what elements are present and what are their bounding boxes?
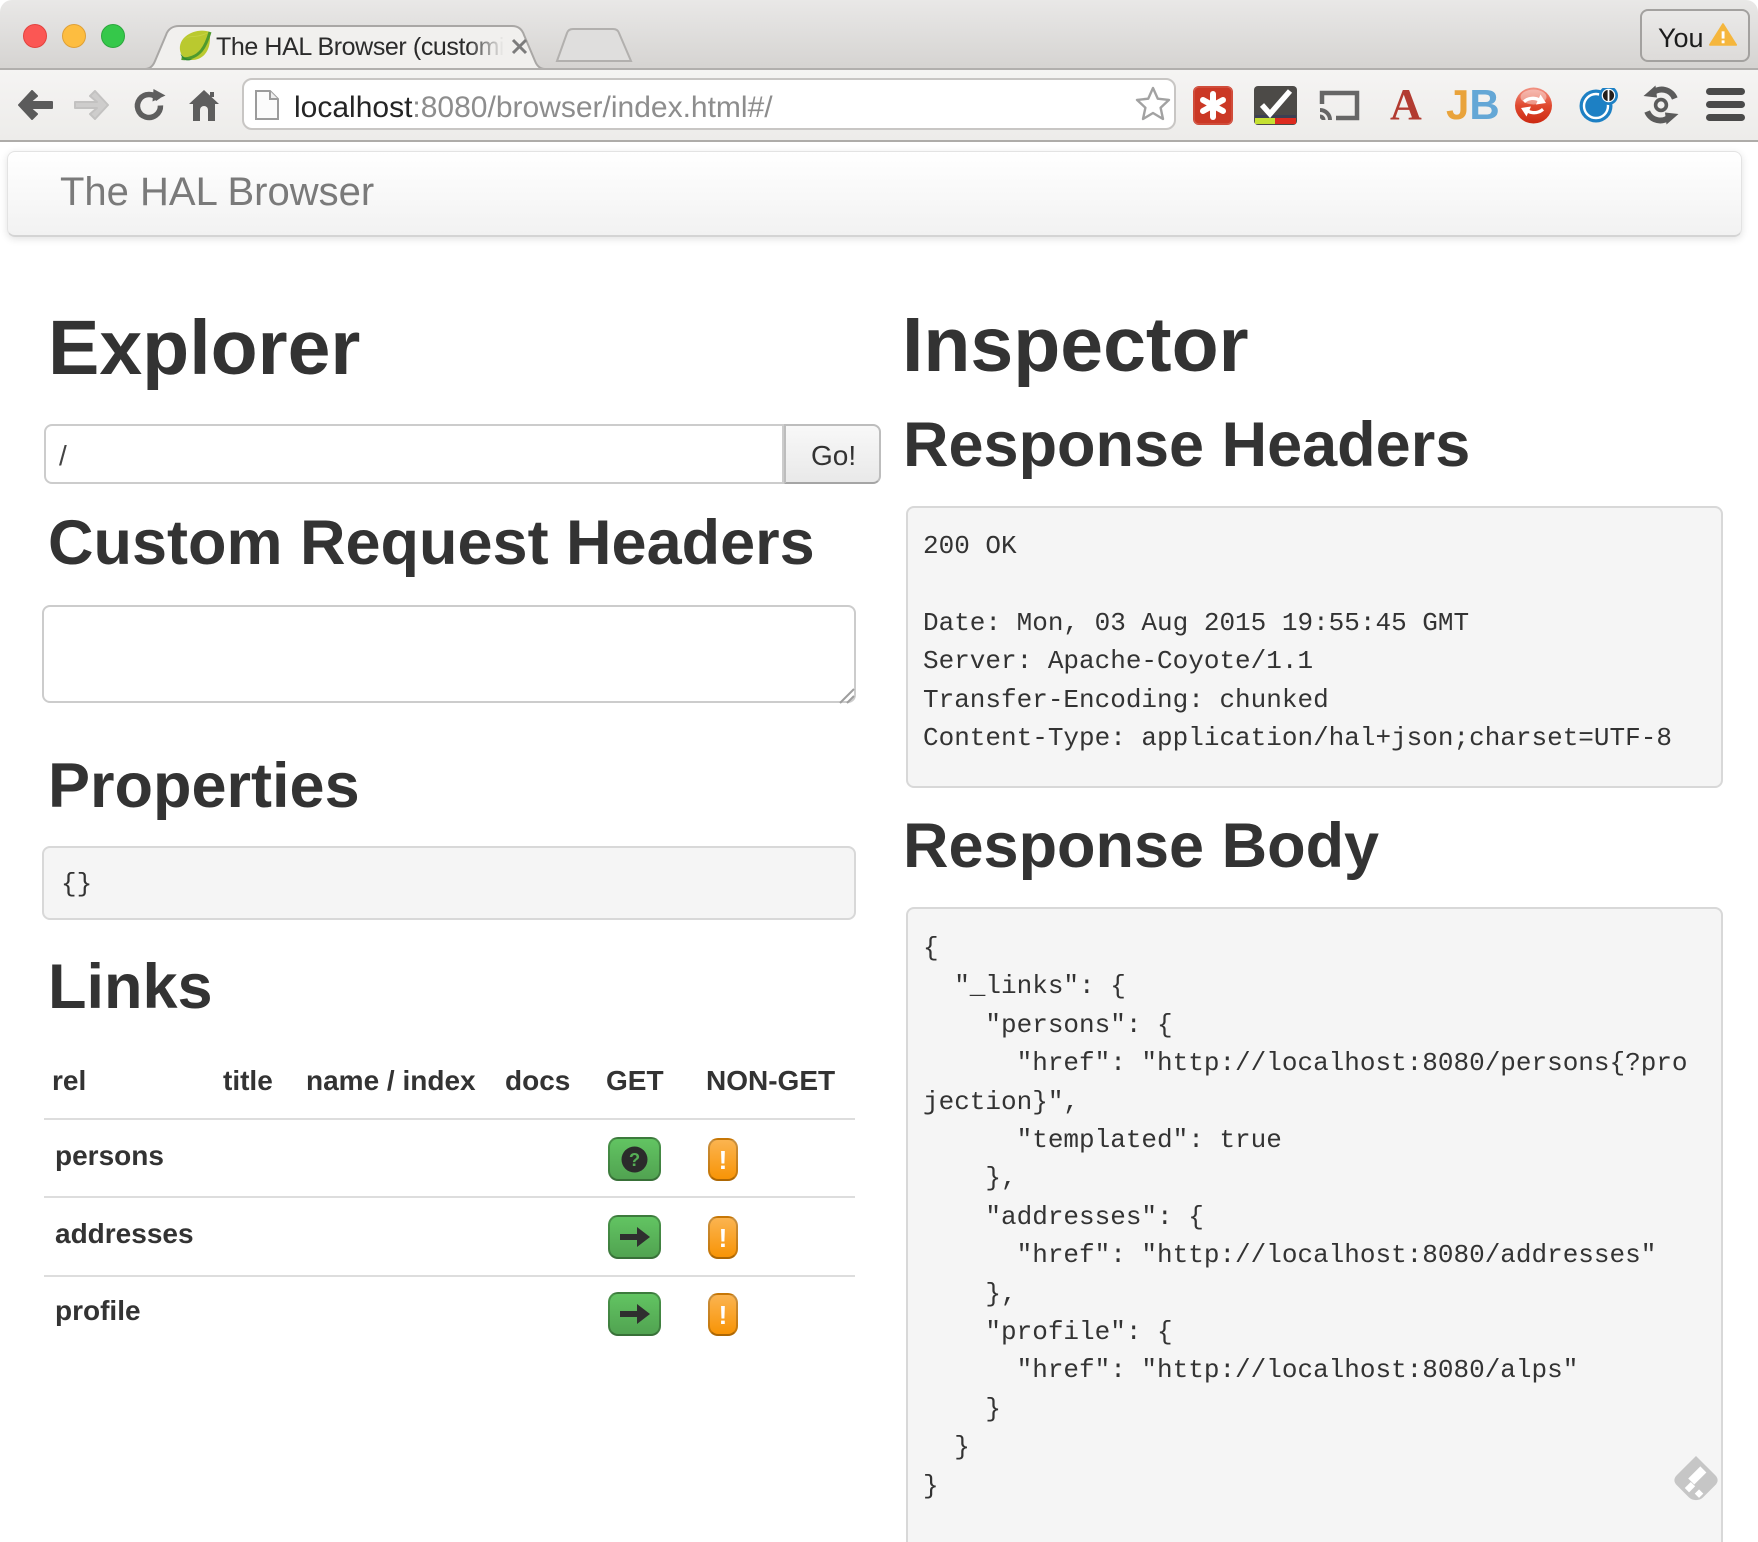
svg-text:?: ?	[629, 1149, 640, 1170]
